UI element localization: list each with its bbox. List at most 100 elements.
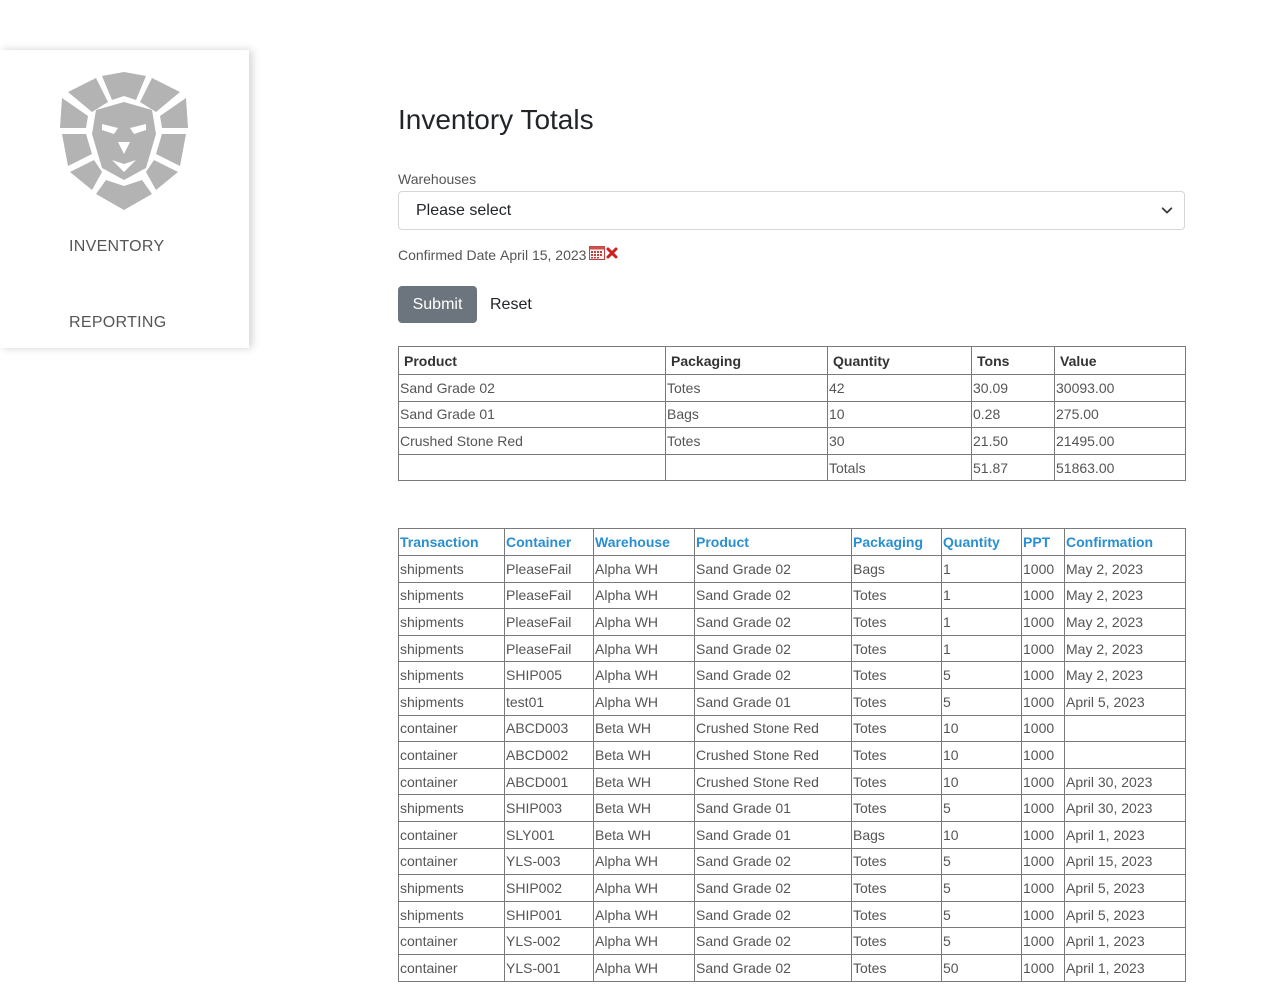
- cell-quantity: 5: [941, 900, 1022, 929]
- cell-packaging: Totes: [851, 608, 942, 636]
- table-row: shipments PleaseFail Alpha WH Sand Grade 02…: [398, 581, 1186, 610]
- cell-container: YLS-003: [504, 847, 594, 876]
- cell-ppt: 1000: [1021, 900, 1065, 929]
- cell-quantity: 10: [941, 714, 1022, 743]
- cell-ppt: 1000: [1021, 767, 1065, 796]
- cell-packaging: [665, 453, 828, 482]
- cell-warehouse: Alpha WH: [593, 608, 695, 636]
- cell-transaction: shipments: [398, 555, 505, 583]
- sort-header-container[interactable]: Container: [504, 528, 594, 556]
- sort-header-confirmation[interactable]: Confirmation: [1064, 528, 1186, 556]
- cell-warehouse: Alpha WH: [593, 581, 695, 610]
- cell-quantity: 10: [941, 741, 1022, 769]
- cell-packaging: Bags: [851, 555, 942, 583]
- sort-header-ppt[interactable]: PPT: [1021, 528, 1065, 556]
- confirmed-date-row: Confirmed Date April 15, 2023: [398, 246, 618, 263]
- cell-confirmation: May 2, 2023: [1064, 661, 1186, 689]
- cell-value: 21495.00: [1054, 427, 1186, 455]
- table-row: Sand Grade 01 Bags 10 0.28 275.00: [398, 400, 1186, 429]
- sort-header-warehouse[interactable]: Warehouse: [593, 528, 695, 556]
- cell-product: Sand Grade 01: [694, 687, 852, 716]
- sort-header-transaction[interactable]: Transaction: [398, 528, 505, 556]
- cell-value-total: 51863.00: [1054, 453, 1186, 482]
- sort-header-product[interactable]: Product: [694, 528, 852, 556]
- transactions-body: shipments PleaseFail Alpha WH Sand Grade 02…: [398, 555, 1186, 982]
- table-row: container ABCD003 Beta WH Crushed Stone Red…: [398, 714, 1186, 743]
- table-row: Sand Grade 02 Totes 42 30.09 30093.00: [398, 374, 1186, 402]
- cell-warehouse: Alpha WH: [593, 927, 695, 955]
- cell-quantity: 1: [941, 634, 1022, 663]
- cell-container: PleaseFail: [504, 581, 594, 610]
- cell-product: Sand Grade 01: [694, 820, 852, 849]
- sort-header-packaging[interactable]: Packaging: [851, 528, 942, 556]
- column-header-packaging: Packaging: [665, 346, 828, 375]
- cell-packaging: Totes: [851, 741, 942, 769]
- column-header-tons: Tons: [971, 346, 1055, 375]
- calendar-icon[interactable]: [589, 246, 606, 260]
- cell-ppt: 1000: [1021, 741, 1065, 769]
- confirmed-date-label: Confirmed Date: [398, 247, 497, 263]
- cell-confirmation: April 30, 2023: [1064, 767, 1186, 796]
- cell-transaction: shipments: [398, 687, 505, 716]
- cell-product: Sand Grade 02: [694, 608, 852, 636]
- cell-packaging: Totes: [851, 900, 942, 929]
- cell-transaction: container: [398, 927, 505, 955]
- cell-ppt: 1000: [1021, 820, 1065, 849]
- cell-container: YLS-001: [504, 953, 594, 982]
- submit-button[interactable]: Submit: [398, 286, 477, 323]
- cell-transaction: container: [398, 714, 505, 743]
- table-row: Crushed Stone Red Totes 30 21.50 21495.0…: [398, 427, 1186, 455]
- cell-confirmation: April 5, 2023: [1064, 687, 1186, 716]
- cell-quantity: 5: [941, 847, 1022, 876]
- cell-product: Sand Grade 01: [398, 400, 666, 429]
- cell-confirmation: May 2, 2023: [1064, 634, 1186, 663]
- table-row: shipments PleaseFail Alpha WH Sand Grade 02…: [398, 555, 1186, 583]
- cell-confirmation: [1064, 741, 1186, 769]
- sort-header-quantity[interactable]: Quantity: [941, 528, 1022, 556]
- cell-ppt: 1000: [1021, 794, 1065, 822]
- cell-packaging: Bags: [851, 820, 942, 849]
- table-row: shipments SHIP002 Alpha WH Sand Grade 02 Tot…: [398, 874, 1186, 902]
- table-row: shipments SHIP003 Beta WH Sand Grade 01 Tote…: [398, 794, 1186, 822]
- cell-confirmation: April 1, 2023: [1064, 953, 1186, 982]
- cell-product: Sand Grade 02: [694, 953, 852, 982]
- cell-packaging: Bags: [665, 400, 828, 429]
- cell-transaction: container: [398, 741, 505, 769]
- cell-ppt: 1000: [1021, 687, 1065, 716]
- cell-product: Sand Grade 02: [398, 374, 666, 402]
- cell-transaction: shipments: [398, 900, 505, 929]
- cell-quantity: 42: [827, 374, 972, 402]
- cell-confirmation: April 5, 2023: [1064, 874, 1186, 902]
- cell-quantity: 1: [941, 555, 1022, 583]
- cell-confirmation: May 2, 2023: [1064, 608, 1186, 636]
- cell-packaging: Totes: [851, 714, 942, 743]
- cell-tons: 0.28: [971, 400, 1055, 429]
- cell-ppt: 1000: [1021, 555, 1065, 583]
- cell-container: SHIP003: [504, 794, 594, 822]
- confirmed-date-value[interactable]: April 15, 2023: [500, 247, 586, 263]
- cell-ppt: 1000: [1021, 714, 1065, 743]
- cell-quantity: 1: [941, 608, 1022, 636]
- table-row: shipments test01 Alpha WH Sand Grade 01 Tote…: [398, 687, 1186, 716]
- cell-product: Sand Grade 02: [694, 661, 852, 689]
- reset-button[interactable]: Reset: [480, 286, 542, 323]
- cell-warehouse: Beta WH: [593, 767, 695, 796]
- cell-packaging: Totes: [851, 847, 942, 876]
- sidebar-item-reporting[interactable]: REPORTING: [69, 314, 167, 332]
- cell-warehouse: Alpha WH: [593, 874, 695, 902]
- clear-date-icon[interactable]: [606, 247, 618, 259]
- cell-packaging: Totes: [851, 794, 942, 822]
- inventory-totals-table: Product Packaging Quantity Tons Value Sa…: [398, 346, 1186, 482]
- cell-ppt: 1000: [1021, 661, 1065, 689]
- sidebar-item-inventory[interactable]: INVENTORY: [69, 238, 164, 256]
- cell-product: Sand Grade 02: [694, 847, 852, 876]
- warehouses-select-value: Please select: [416, 202, 512, 219]
- table-row: container SLY001 Beta WH Sand Grade 01 Bags 1…: [398, 820, 1186, 849]
- cell-product: Sand Grade 02: [694, 927, 852, 955]
- cell-transaction: container: [398, 953, 505, 982]
- cell-packaging: Totes: [851, 634, 942, 663]
- cell-container: ABCD001: [504, 767, 594, 796]
- cell-transaction: container: [398, 847, 505, 876]
- lion-head-icon[interactable]: [58, 72, 190, 210]
- warehouses-select[interactable]: Please select: [398, 191, 1185, 230]
